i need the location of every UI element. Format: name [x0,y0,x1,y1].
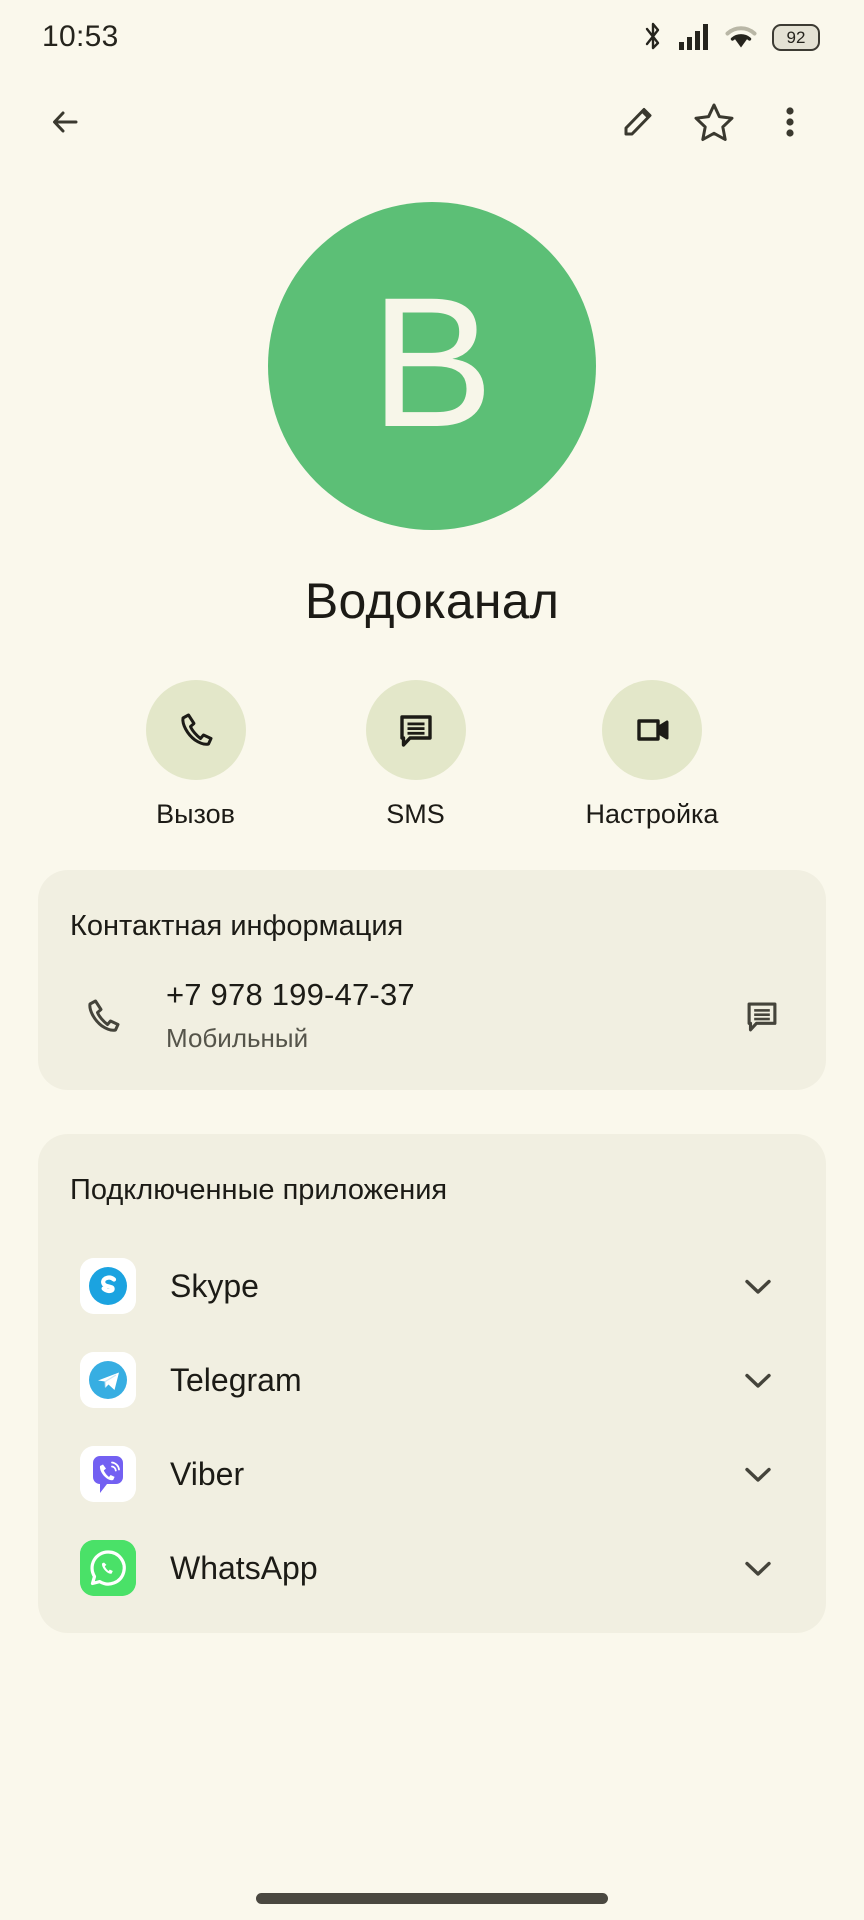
expand-telegram-button[interactable] [730,1360,786,1400]
app-label: Telegram [170,1361,302,1398]
message-icon [747,1001,777,1031]
chevron-down-icon [745,1561,771,1576]
app-label: Viber [170,1455,245,1492]
call-label: Вызов [156,799,235,829]
avatar-initial: В [370,259,494,466]
phone-row[interactable]: +7 978 199-47-37 Мобильный [38,943,826,1054]
phone-row-lead [66,991,140,1041]
whatsapp-glyph [80,1540,136,1596]
quick-action-sms[interactable]: SMS [365,680,466,830]
phone-icon [88,999,120,1032]
gesture-navigation-bar[interactable] [256,1893,608,1904]
quick-actions: Вызов SMS Настройка [0,680,864,830]
chevron-down-icon [745,1279,771,1294]
contact-information-card: Контактная информация +7 978 199-47-37 М… [38,870,826,1090]
list-item[interactable]: Telegram [38,1333,826,1427]
viber-icon [80,1446,136,1502]
avatar[interactable]: В [268,202,596,530]
skype-icon [80,1258,136,1314]
connected-apps-list: Skype Telegram Viber WhatsApp [38,1239,826,1615]
expand-whatsapp-button[interactable] [730,1548,786,1588]
expand-skype-button[interactable] [730,1266,786,1306]
favorite-button[interactable] [676,84,752,160]
quick-action-video[interactable]: Настройка [585,680,719,830]
wifi-icon [725,26,757,48]
pencil-icon [624,108,652,136]
contact-information-title: Контактная информация [70,910,404,942]
telegram-glyph [80,1352,136,1408]
avatar-container: В [0,202,864,530]
star-outline-icon [694,103,734,141]
sms-button[interactable] [365,680,466,780]
phone-texts: +7 978 199-47-37 Мобильный [140,977,732,1054]
app-label: Skype [170,1267,259,1304]
whatsapp-icon [80,1540,136,1596]
status-bar: 10:53 92 [0,0,864,74]
bluetooth-icon [645,22,660,50]
connected-apps-card: Подключенные приложения Skype Telegram V… [38,1134,826,1633]
list-item[interactable]: Viber [38,1427,826,1521]
connected-apps-title: Подключенные приложения [70,1174,448,1206]
list-item[interactable]: WhatsApp [38,1521,826,1615]
chevron-down-icon [745,1467,771,1482]
video-button[interactable] [601,680,702,780]
phone-type-label: Мобильный [166,1023,309,1053]
quick-action-call[interactable]: Вызов [145,680,246,830]
expand-viber-button[interactable] [730,1454,786,1494]
overflow-menu-button[interactable] [752,84,828,160]
cellular-signal-icon [679,24,708,50]
edit-button[interactable] [600,84,676,160]
battery-icon: 92 [772,23,820,51]
page-title: Водоканал [304,573,560,629]
list-item[interactable]: Skype [38,1239,826,1333]
telegram-icon [80,1352,136,1408]
back-button[interactable] [30,84,106,160]
app-bar [0,74,864,170]
phone-number: +7 978 199-47-37 [166,977,415,1012]
status-clock: 10:53 [42,20,119,53]
sms-label: SMS [386,799,445,829]
video-label: Настройка [585,799,719,829]
more-vertical-icon [786,107,794,137]
call-button[interactable] [145,680,246,780]
battery-percent: 92 [786,27,806,47]
send-message-button[interactable] [732,993,792,1039]
back-arrow-icon [53,111,78,133]
app-label: WhatsApp [170,1549,318,1586]
chevron-down-icon [745,1373,771,1388]
viber-glyph [80,1446,136,1502]
message-icon [399,715,432,747]
skype-glyph [80,1258,136,1314]
video-camera-icon [637,719,669,741]
phone-icon [180,713,213,746]
status-icons: 92 [643,22,820,52]
